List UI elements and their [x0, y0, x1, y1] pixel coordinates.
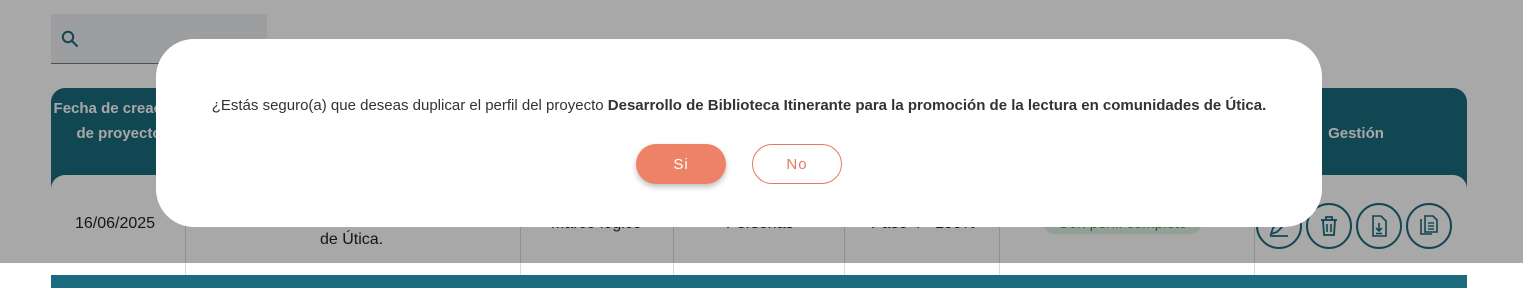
confirm-button[interactable]: Si: [636, 144, 726, 184]
dialog-project-name: Desarrollo de Biblioteca Itinerante para…: [607, 97, 1267, 114]
cancel-button[interactable]: No: [752, 144, 842, 184]
duplicate-confirm-dialog: ¿Estás seguro(a) que deseas duplicar el …: [156, 39, 1322, 227]
page: Fecha de creación de proyecto Gestión 16…: [0, 0, 1523, 288]
dialog-message-prefix: ¿Estás seguro(a) que deseas duplicar el …: [211, 97, 608, 114]
dialog-message: ¿Estás seguro(a) que deseas duplicar el …: [156, 97, 1322, 114]
